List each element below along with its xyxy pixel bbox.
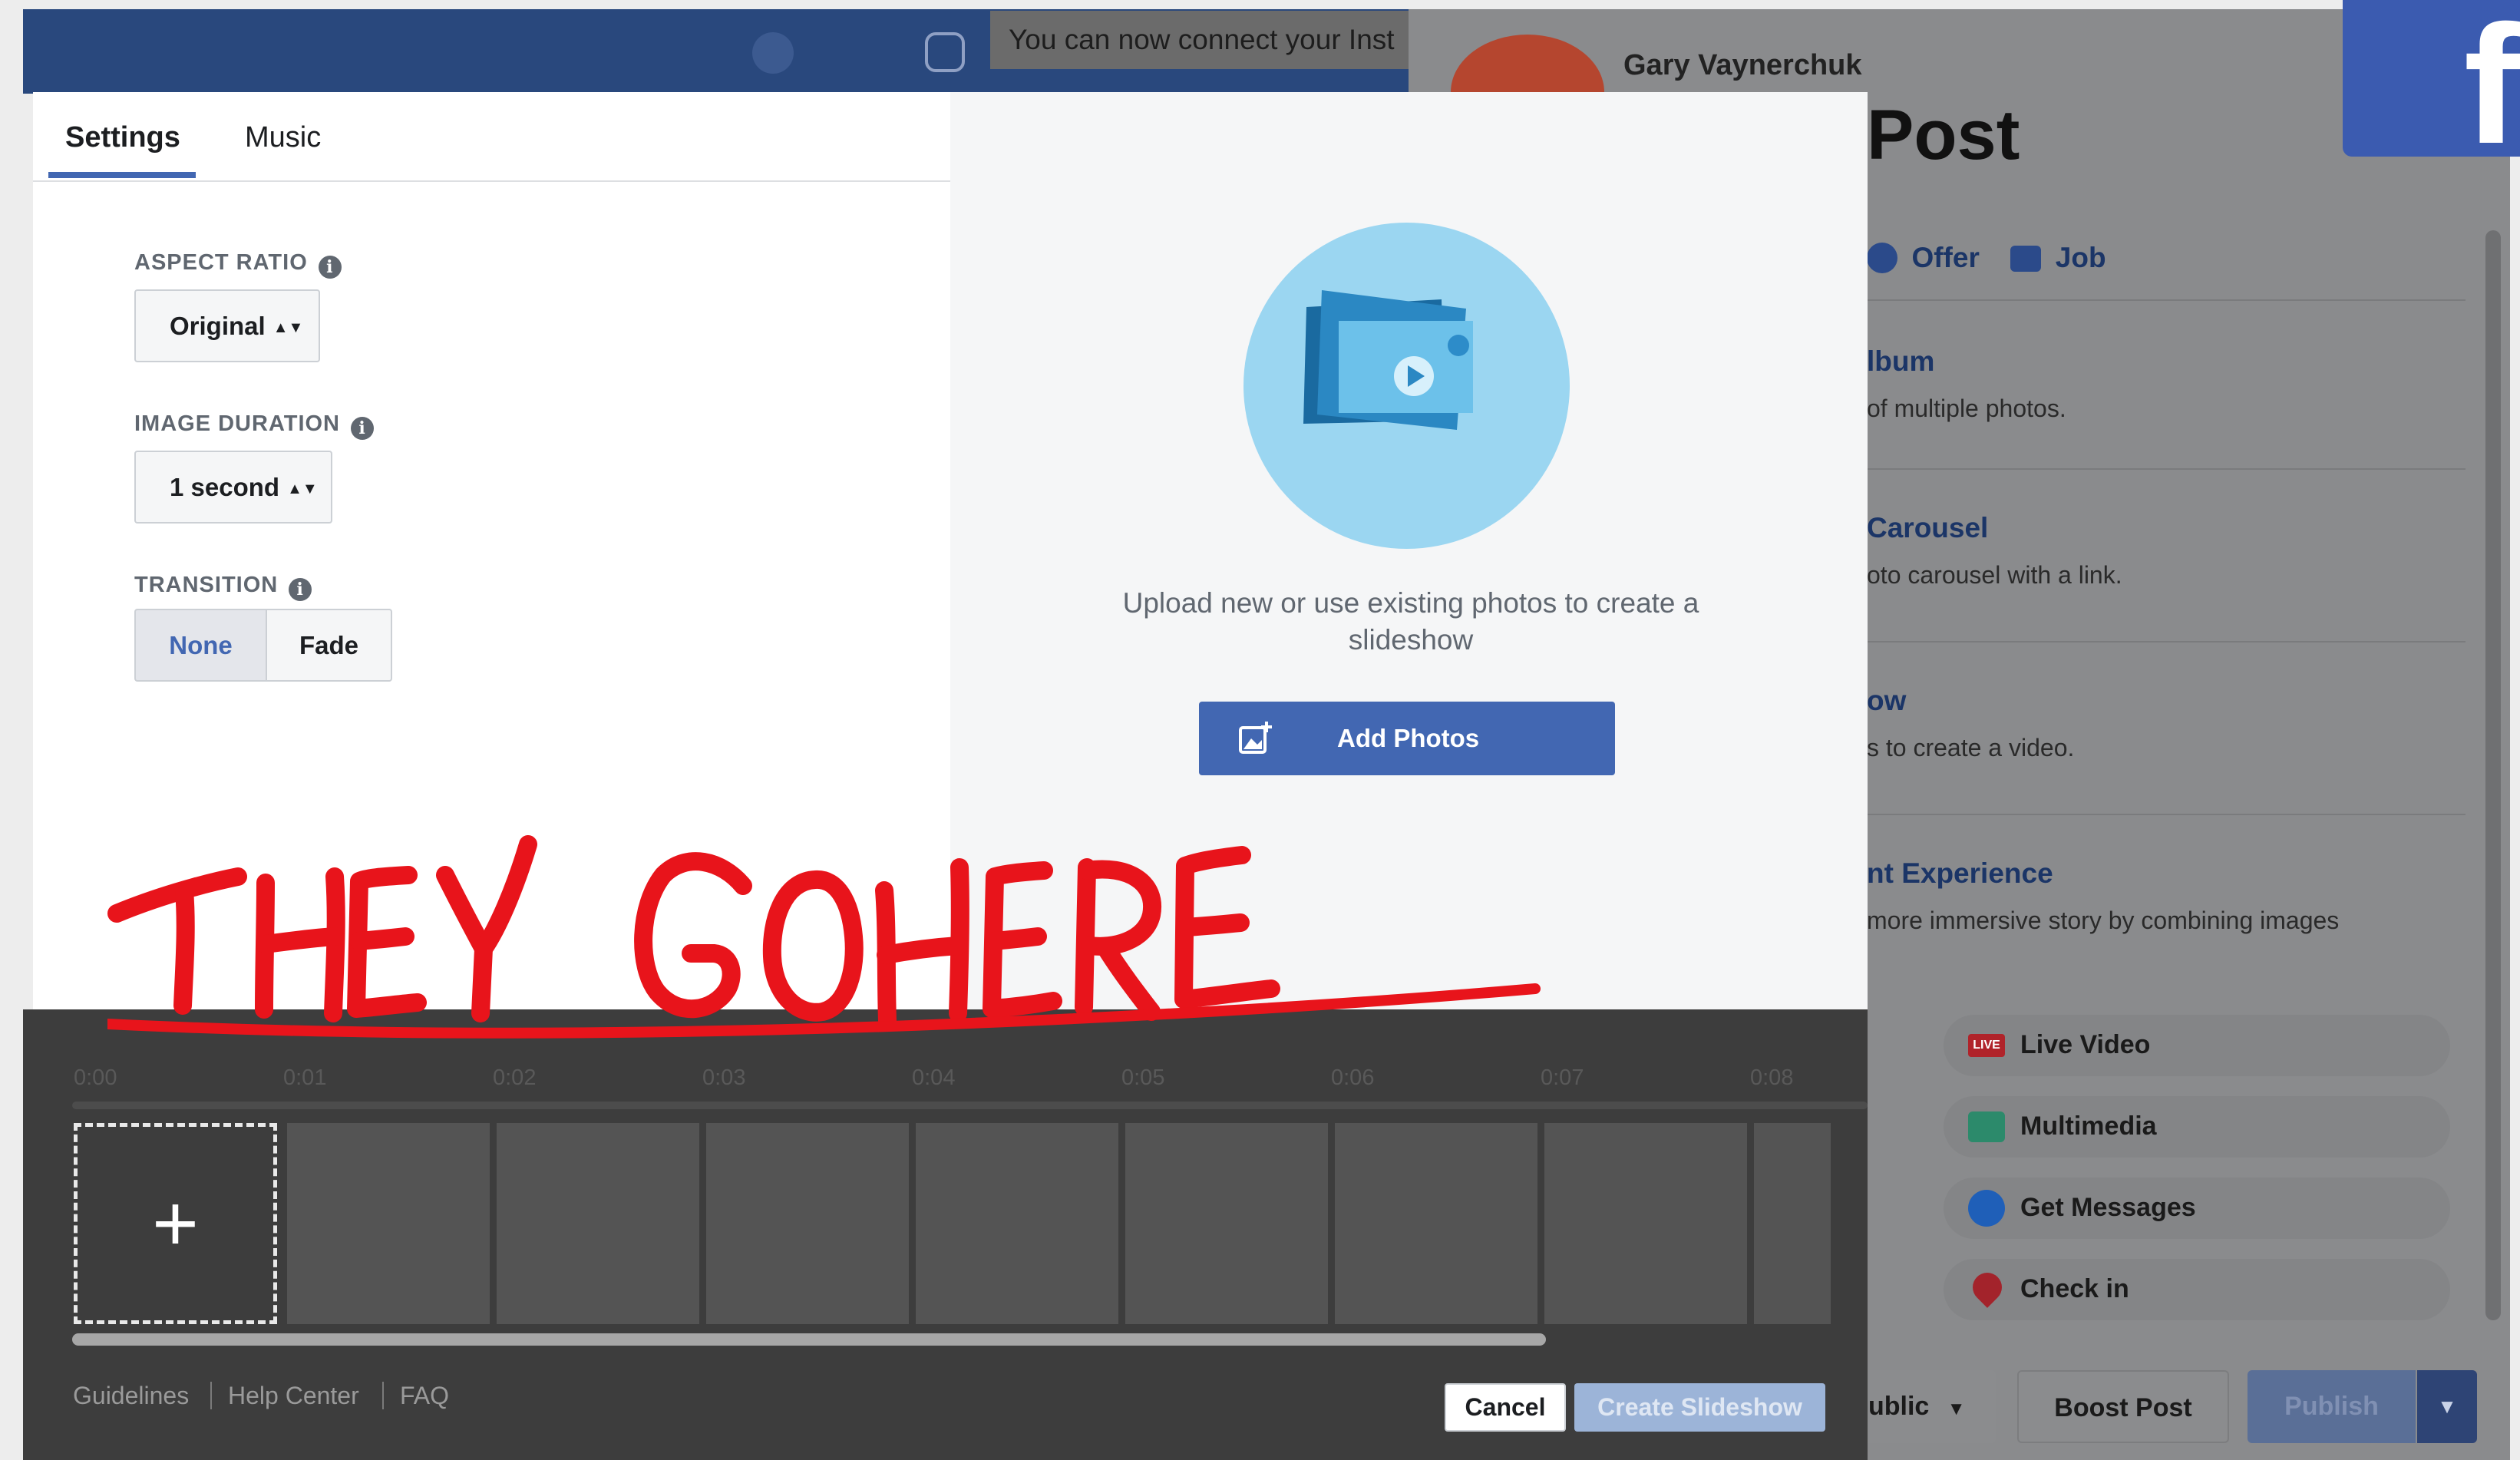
slideshow-illustration xyxy=(1243,223,1570,549)
timeline-tick-label: 0:00 xyxy=(74,1065,117,1090)
upload-instructions: Upload new or use existing photos to cre… xyxy=(1122,587,1699,656)
empty-slide-slot[interactable] xyxy=(287,1123,490,1324)
timeline-scrollbar[interactable] xyxy=(72,1333,1546,1346)
option-instant-experience[interactable]: nt Experience more immersive story by co… xyxy=(1867,857,2466,935)
transition-fade-option[interactable]: Fade xyxy=(266,609,392,682)
facebook-icon[interactable] xyxy=(752,32,794,74)
option-title: nt Experience xyxy=(1867,857,2053,889)
plus-icon: + xyxy=(152,1179,199,1268)
divider xyxy=(382,1382,384,1409)
transition-none-option[interactable]: None xyxy=(134,609,267,682)
image-duration-select[interactable]: 1 second ▲▼ xyxy=(134,451,332,524)
publish-button[interactable]: Publish xyxy=(2248,1370,2416,1443)
empty-slide-slot[interactable] xyxy=(1335,1123,1537,1324)
modal-tabs: Settings Music xyxy=(33,92,950,182)
option-subtitle: of multiple photos. xyxy=(1867,395,2066,422)
photos-stack-icon xyxy=(1303,290,1473,430)
cancel-button[interactable]: Cancel xyxy=(1445,1383,1566,1432)
offer-option[interactable]: Offer xyxy=(1911,242,1979,273)
chip-label: Get Messages xyxy=(2020,1193,2196,1222)
info-icon[interactable]: i xyxy=(289,578,312,601)
option-subtitle: more immersive story by combining images xyxy=(1867,907,2340,934)
timeline-tick-label: 0:05 xyxy=(1121,1065,1165,1090)
aspect-ratio-label: ASPECT RATIO i xyxy=(134,250,342,279)
tab-settings[interactable]: Settings xyxy=(65,121,180,154)
timeline-tick-label: 0:08 xyxy=(1750,1065,1794,1090)
post-type-row: Offer Job xyxy=(1867,242,2466,274)
timeline-track[interactable] xyxy=(72,1102,1868,1109)
add-photos-label: Add Photos xyxy=(1337,724,1480,752)
empty-slide-slot[interactable] xyxy=(1754,1123,1831,1324)
image-duration-label: IMAGE DURATION i xyxy=(134,411,375,440)
option-title: Carousel xyxy=(1867,512,1989,543)
option-title: lbum xyxy=(1867,345,1935,377)
transition-label: TRANSITION i xyxy=(134,573,312,601)
option-subtitle: oto carousel with a link. xyxy=(1867,561,2122,589)
timeline-tick-label: 0:04 xyxy=(912,1065,956,1090)
multimedia-icon xyxy=(1968,1112,2005,1142)
job-icon xyxy=(2010,246,2042,272)
empty-slide-slot[interactable] xyxy=(1125,1123,1328,1324)
timeline-tick-label: 0:07 xyxy=(1541,1065,1584,1090)
multimedia-chip[interactable]: Multimedia xyxy=(1944,1096,2450,1158)
chevron-down-icon: ▼ xyxy=(1947,1399,1966,1419)
connect-instagram-notice: You can now connect your Inst xyxy=(990,11,1409,69)
option-subtitle: s to create a video. xyxy=(1867,734,2075,761)
add-image-icon xyxy=(1239,722,1272,754)
instagram-icon[interactable] xyxy=(925,32,965,72)
sort-arrows-icon: ▲▼ xyxy=(287,481,318,497)
divider xyxy=(1867,468,2466,470)
option-album[interactable]: lbum of multiple photos. xyxy=(1867,345,2466,423)
audience-selector[interactable]: ublic ▼ xyxy=(1858,1370,1996,1443)
faq-link[interactable]: FAQ xyxy=(400,1382,449,1410)
option-carousel[interactable]: Carousel oto carousel with a link. xyxy=(1867,512,2466,590)
info-icon[interactable]: i xyxy=(351,417,375,440)
empty-slide-slot[interactable] xyxy=(706,1123,909,1324)
slideshow-settings-pane xyxy=(33,92,950,1009)
page-owner-name[interactable]: Gary Vaynerchuk xyxy=(1623,49,1862,82)
divider xyxy=(1867,299,2466,301)
add-slide-button[interactable]: + xyxy=(74,1123,277,1324)
chip-label: Live Video xyxy=(2020,1030,2151,1059)
facebook-logo: f xyxy=(2343,0,2520,169)
info-icon[interactable]: i xyxy=(318,256,342,279)
timeline-tick-label: 0:01 xyxy=(283,1065,327,1090)
panel-title: Post xyxy=(1867,96,2020,174)
chip-label: Multimedia xyxy=(2020,1112,2157,1141)
job-option[interactable]: Job xyxy=(2056,242,2106,273)
publish-options-button[interactable]: ▼ xyxy=(2417,1370,2477,1443)
divider xyxy=(1867,814,2466,815)
chip-label: Check in xyxy=(2020,1274,2129,1303)
messenger-icon xyxy=(1968,1190,2005,1227)
divider xyxy=(1867,641,2466,642)
active-tab-indicator xyxy=(48,172,196,178)
location-pin-icon xyxy=(1967,1267,2008,1308)
live-video-icon: LIVE xyxy=(1968,1034,2005,1057)
guidelines-link[interactable]: Guidelines xyxy=(73,1382,189,1410)
boost-post-button[interactable]: Boost Post xyxy=(2017,1370,2229,1443)
timeline-tick-label: 0:03 xyxy=(702,1065,746,1090)
timeline-tick-label: 0:06 xyxy=(1331,1065,1375,1090)
empty-slide-slot[interactable] xyxy=(1544,1123,1747,1324)
chevron-down-icon: ▼ xyxy=(2437,1395,2457,1418)
sort-arrows-icon: ▲▼ xyxy=(272,319,304,336)
aspect-ratio-select[interactable]: Original ▲▼ xyxy=(134,289,320,362)
add-photos-button[interactable]: Add Photos xyxy=(1199,702,1615,775)
divider xyxy=(210,1382,212,1409)
panel-scrollbar[interactable] xyxy=(2485,230,2501,1320)
option-slideshow[interactable]: ow s to create a video. xyxy=(1867,685,2466,762)
get-messages-chip[interactable]: Get Messages xyxy=(1944,1178,2450,1239)
tab-music[interactable]: Music xyxy=(245,121,321,154)
option-title: ow xyxy=(1867,685,1907,716)
help-center-link[interactable]: Help Center xyxy=(228,1382,359,1410)
offer-icon xyxy=(1867,243,1897,273)
timeline-tick-label: 0:02 xyxy=(493,1065,537,1090)
check-in-chip[interactable]: Check in xyxy=(1944,1259,2450,1320)
live-video-chip[interactable]: LIVE Live Video xyxy=(1944,1015,2450,1076)
create-slideshow-button[interactable]: Create Slideshow xyxy=(1574,1383,1825,1432)
empty-slide-slot[interactable] xyxy=(916,1123,1118,1324)
empty-slide-slot[interactable] xyxy=(497,1123,699,1324)
